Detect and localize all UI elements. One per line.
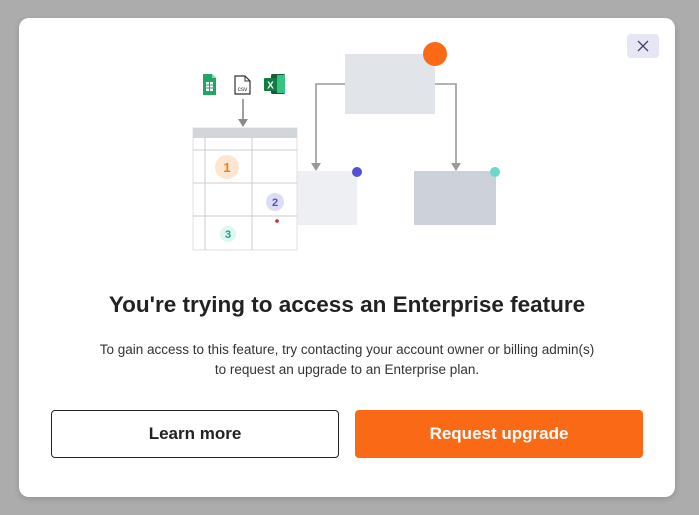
parent-node-box xyxy=(345,54,435,114)
google-sheets-icon xyxy=(203,74,216,95)
description-line-1: To gain access to this feature, try cont… xyxy=(99,342,595,357)
csv-label: csv xyxy=(238,86,249,93)
step-badge-2: 2 xyxy=(272,197,278,209)
teal-status-dot xyxy=(490,167,500,177)
right-node-box xyxy=(414,171,496,225)
left-node-box xyxy=(289,171,357,225)
excel-icon: X xyxy=(264,74,285,94)
request-upgrade-button[interactable]: Request upgrade xyxy=(355,410,643,458)
enterprise-feature-modal: csv X 1 2 3 You're trying to access an E… xyxy=(19,18,675,497)
modal-title: You're trying to access an Enterprise fe… xyxy=(108,292,586,317)
orange-status-dot xyxy=(423,42,447,66)
step-badge-1: 1 xyxy=(223,160,230,175)
csv-file-icon: csv xyxy=(234,75,251,95)
modal-description: To gain access to this feature, try cont… xyxy=(59,340,635,380)
import-flow-illustration: csv X 1 2 3 xyxy=(192,42,500,251)
excel-label: X xyxy=(267,81,274,92)
spreadsheet-graphic: 1 2 3 xyxy=(192,127,298,251)
learn-more-button[interactable]: Learn more xyxy=(51,410,339,458)
description-line-2: to request an upgrade to an Enterprise p… xyxy=(214,362,480,377)
step-badge-3: 3 xyxy=(225,229,231,241)
blue-status-dot xyxy=(352,167,362,177)
